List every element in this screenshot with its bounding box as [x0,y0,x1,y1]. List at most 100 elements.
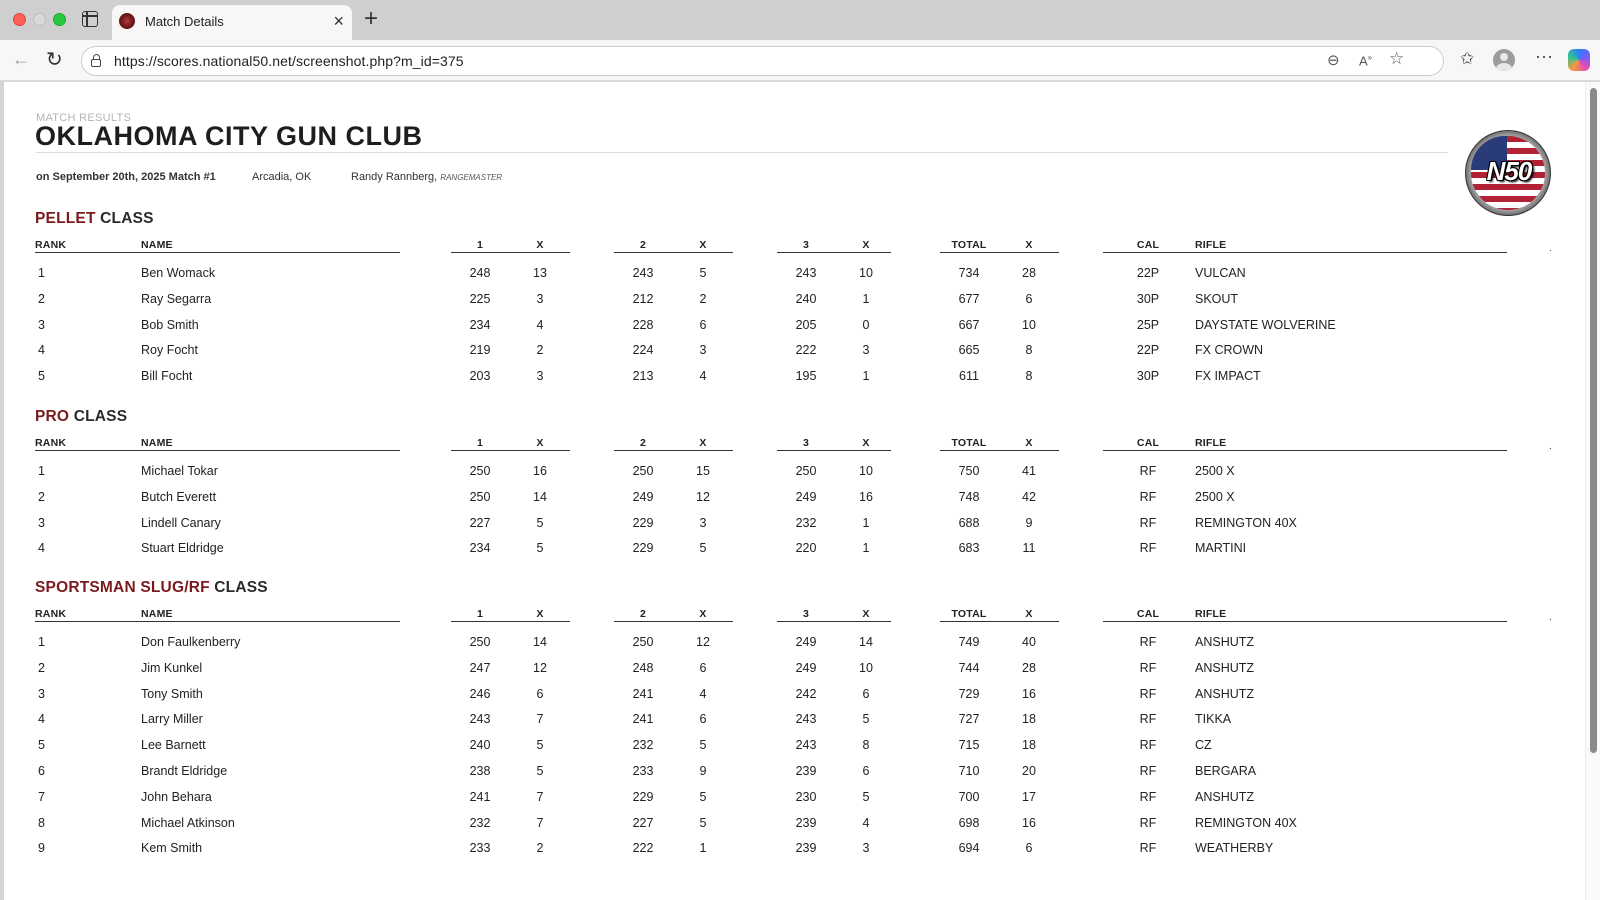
cell-x2: 15 [696,464,710,478]
reload-icon[interactable]: ↻ [46,47,63,72]
cell-r2: 213 [632,369,654,384]
cell-x2: 3 [699,343,707,358]
column-header-x1: X [536,239,544,251]
cell-r2: 233 [632,764,654,778]
scrollbar-thumb[interactable] [1590,88,1597,753]
cell-r2: 212 [632,291,654,306]
cell-r1: 243 [469,712,491,727]
cell-r2: 232 [632,738,654,753]
cell-name: John Behara [141,789,212,804]
page-title: OKLAHOMA CITY GUN CLUB [35,121,423,151]
cell-cal: 22P [1136,266,1160,280]
tab-match-details[interactable]: Match Details × [112,5,352,40]
cell-xt: 8 [1025,343,1033,358]
cell-r3: 230 [795,789,817,804]
cell-rank: 2 [38,660,45,675]
column-header-x2: X [699,608,707,620]
logo-text: N50 [1486,156,1533,186]
cell-xt: 40 [1022,635,1036,649]
cell-rifle: FX CROWN [1195,343,1264,358]
cell-r1: 232 [469,815,491,830]
column-header-r1: 1 [476,608,484,620]
column-header-x3: X [862,608,870,620]
cell-rifle: WEATHERBY [1195,841,1274,856]
cell-x3: 10 [859,464,873,478]
cell-x1: 4 [536,317,544,332]
favorites-icon[interactable]: ✩ [1460,49,1474,69]
back-arrow-icon[interactable]: ← [12,49,30,70]
cell-r1: 225 [469,291,491,306]
header-rule [614,621,733,622]
cell-x1: 2 [536,343,544,358]
results-page: MATCH RESULTS OKLAHOMA CITY GUN CLUB on … [4,82,1585,900]
cell-rank: 9 [38,841,45,856]
cell-xt: 20 [1022,764,1036,778]
address-bar[interactable]: https://scores.national50.net/screenshot… [81,46,1444,76]
cell-r1: 247 [469,660,491,675]
column-header-x1: X [536,608,544,620]
cell-x1: 7 [536,789,544,804]
header-rule [35,450,400,451]
cell-r2: 227 [632,815,654,830]
profile-avatar[interactable] [1493,49,1515,71]
cell-name: Lee Barnett [141,738,206,753]
cell-x3: 0 [862,317,870,332]
cell-x2: 6 [699,317,707,332]
header-rule [940,252,1059,253]
url-text[interactable]: https://scores.national50.net/screenshot… [114,53,464,69]
more-menu-icon[interactable]: ··· [1535,46,1553,67]
class-title-suffix: CLASS [73,408,128,425]
header-rule [777,621,891,622]
new-tab-icon[interactable]: + [364,6,378,32]
cell-cal: RF [1139,489,1157,504]
column-header-r1: 1 [476,239,484,251]
cell-name: Brandt Eldridge [141,764,228,778]
scrollbar[interactable] [1585,82,1600,900]
cell-name: Stuart Eldridge [141,541,224,556]
cell-name: Tony Smith [141,686,203,701]
copilot-icon[interactable] [1568,49,1590,71]
class-title-accent: PRO [35,408,70,425]
cell-x2: 12 [696,635,710,649]
cell-x3: 5 [862,789,870,804]
cell-r1: 219 [469,343,491,358]
close-tab-icon[interactable]: × [333,11,344,31]
favorite-star-icon[interactable]: ☆ [1389,49,1404,69]
column-header-xt: X [1025,239,1033,251]
cell-total: 694 [958,841,980,856]
browser-toolbar: ← ↻ https://scores.national50.net/screen… [0,40,1600,81]
cell-total: 700 [958,789,980,804]
cell-total: 734 [958,266,980,280]
lock-icon[interactable] [91,54,101,67]
cell-x3: 10 [859,660,873,675]
column-header-xt: X [1025,608,1033,620]
cell-xt: 11 [1022,541,1036,556]
cell-r3: 205 [795,317,817,332]
rangemaster-name: Randy Rannberg, [351,171,438,183]
column-header-x2: X [699,437,707,449]
cell-r2: 229 [632,515,654,530]
column-header-name: NAME [141,437,173,449]
column-header-x3: X [862,437,870,449]
cell-xt: 18 [1022,738,1036,753]
cell-rank: 5 [38,738,45,753]
cell-r3: 243 [795,266,817,280]
sidebar-toggle-icon[interactable] [82,11,98,27]
cell-cal: RF [1139,635,1157,649]
column-header-rifle: RIFLE [1195,608,1227,620]
cell-cal: 30P [1136,291,1160,306]
read-aloud-icon[interactable]: A» [1359,53,1372,68]
column-header-rifle: RIFLE [1195,239,1227,251]
zoom-window-button[interactable] [53,13,66,26]
header-rule [35,621,400,622]
zoom-out-icon[interactable]: ⊖ [1327,51,1340,69]
cell-cal: 22P [1136,343,1160,358]
minimize-window-button[interactable] [33,13,46,26]
cell-x1: 3 [536,369,544,384]
cell-cal: RF [1139,738,1157,753]
cell-x1: 5 [536,764,544,778]
close-window-button[interactable] [13,13,26,26]
cell-r1: 250 [469,464,491,478]
cell-name: Lindell Canary [141,515,221,530]
cell-x2: 12 [696,489,710,504]
